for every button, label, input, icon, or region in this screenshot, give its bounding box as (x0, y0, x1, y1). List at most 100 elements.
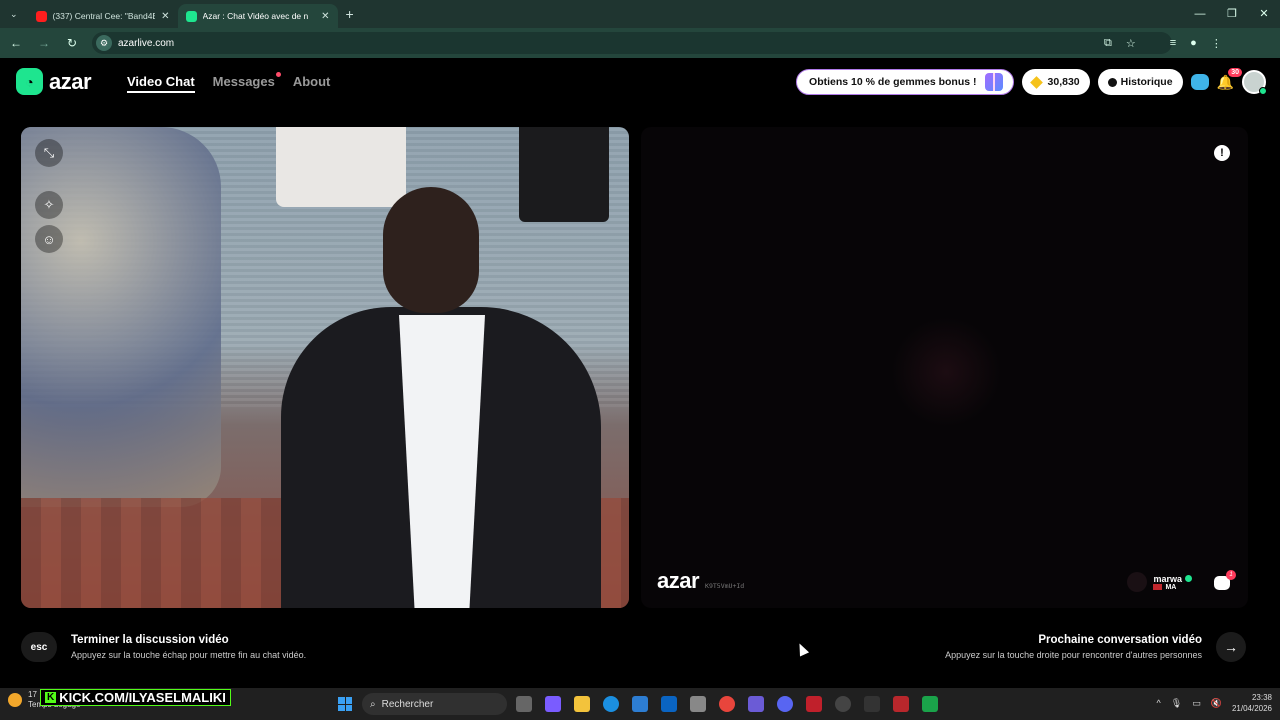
windows-taskbar: 17Temps dégagé K KICK.COM/ILYASELMALIKI … (0, 688, 1280, 720)
taskbar-search[interactable]: ⌕ Rechercher (362, 693, 507, 715)
history-label: Historique (1120, 76, 1173, 88)
address-bar[interactable]: ⚙ azarlive.com (92, 32, 1172, 54)
search-placeholder: Rechercher (381, 698, 434, 710)
new-tab-icon[interactable]: + (346, 6, 354, 22)
azar-logo-icon: ◔ (16, 68, 43, 95)
reload-icon[interactable]: ↻ (64, 36, 80, 50)
copilot-icon[interactable] (545, 696, 561, 712)
edge-icon[interactable] (603, 696, 619, 712)
display-icon[interactable]: ▭ (1192, 698, 1201, 709)
system-tray: ^ 🎙 ▭ 🔇 23:38 21/04/2026 (1157, 692, 1272, 714)
gems-balance-button[interactable]: 30,830 (1021, 69, 1090, 95)
tab-azar[interactable]: Azar : Chat Vidéo avec de n ✕ (177, 4, 338, 28)
notification-badge: 30 (1228, 67, 1242, 77)
minimize-icon[interactable]: — (1184, 0, 1216, 28)
end-chat-subtitle: Appuyez sur la touche échap pour mettre … (71, 650, 307, 660)
bonus-label: Obtiens 10 % de gemmes bonus ! (809, 76, 977, 88)
site-info-icon[interactable]: ⚙ (96, 35, 112, 51)
chat-message-icon[interactable]: 1 (1214, 570, 1236, 590)
back-icon[interactable]: ← (8, 36, 24, 50)
peer-avatar (1127, 572, 1148, 592)
play-app-icon[interactable] (922, 696, 938, 712)
azar-watermark: azar K9T5VmU+Id (657, 568, 744, 594)
game-icon[interactable] (748, 696, 764, 712)
obs-icon[interactable] (835, 696, 851, 712)
adobe-icon[interactable] (806, 696, 822, 712)
next-arrow-button[interactable]: → (1216, 632, 1246, 662)
bell-icon[interactable]: 🔔 30 (1217, 67, 1242, 91)
pinned-apps (516, 696, 938, 712)
mouse-cursor-icon (794, 641, 810, 657)
chat-unread-badge: 1 (1226, 570, 1236, 580)
head (383, 187, 479, 313)
menu-icon[interactable]: ⋮ (1211, 37, 1222, 50)
file-explorer-icon[interactable] (574, 696, 590, 712)
nav-about[interactable]: About (293, 74, 331, 93)
local-video: ⤡ ✧ ☺ (21, 127, 629, 608)
volume-muted-icon[interactable]: 🔇 (1211, 698, 1222, 709)
tab-search-icon[interactable]: ⌄ (10, 9, 18, 20)
microphone-icon[interactable]: 🎙 (1171, 698, 1182, 709)
bookmark-star-icon[interactable]: ☆ (1126, 37, 1136, 50)
store-icon[interactable] (632, 696, 648, 712)
toolbar-actions: ⧉ ☆ ≡ ● ⋮ (1104, 37, 1222, 50)
next-chat-hint: Prochaine conversation vidéo Appuyez sur… (945, 632, 1246, 662)
flag-icon (1153, 584, 1163, 590)
remote-video: ! azar K9T5VmU+Id marwa MA 1 (641, 127, 1248, 608)
window-controls: — ❐ ✕ (1184, 0, 1280, 28)
next-chat-subtitle: Appuyez sur la touche droite pour rencon… (945, 650, 1202, 660)
profile-icon[interactable]: ● (1190, 37, 1197, 50)
media-icon[interactable]: ≡ (1170, 37, 1176, 50)
tray-chevron-icon[interactable]: ^ (1157, 698, 1161, 708)
kick-overlay: K KICK.COM/ILYASELMALIKI (40, 689, 231, 706)
minimize-video-icon[interactable]: ⤡ (35, 139, 63, 167)
gem-bonus-button[interactable]: Obtiens 10 % de gemmes bonus ! (796, 69, 1014, 95)
outlook-icon[interactable] (661, 696, 677, 712)
local-user (261, 187, 621, 608)
peer-country: MA (1165, 583, 1177, 591)
main-nav: Video Chat Messages About (127, 72, 331, 93)
close-tab-icon[interactable]: ✕ (161, 11, 169, 22)
start-button[interactable] (338, 697, 352, 711)
forward-icon[interactable]: → (36, 36, 52, 50)
restore-icon[interactable]: ❐ (1216, 0, 1248, 28)
nav-messages[interactable]: Messages (212, 72, 281, 93)
gems-count: 30,830 (1047, 76, 1080, 88)
app-icon[interactable] (690, 696, 706, 712)
peer-info[interactable]: marwa MA (1127, 572, 1192, 592)
gem-icon (1029, 75, 1043, 89)
close-tab-icon[interactable]: ✕ (321, 11, 329, 22)
app-header: ◔ azar Video Chat Messages About Obtiens… (0, 58, 1280, 106)
kick-logo-icon: K (45, 692, 57, 703)
verified-icon (1185, 574, 1192, 582)
effects-wand-icon[interactable]: ✧ (35, 191, 63, 219)
history-button[interactable]: Historique (1097, 69, 1183, 95)
report-icon[interactable]: ! (1214, 145, 1230, 161)
weather-moon-icon (8, 693, 22, 707)
nav-video-chat[interactable]: Video Chat (127, 74, 195, 93)
azar-favicon-icon (185, 10, 197, 22)
tab-title: (337) Central Cee: "Band4Band" (52, 11, 156, 21)
tab-title: Azar : Chat Vidéo avec de n (202, 11, 309, 21)
task-view-icon[interactable] (516, 696, 532, 712)
nav-messages-label: Messages (212, 74, 275, 89)
audio-app-icon[interactable] (864, 696, 880, 712)
gift-icon (984, 73, 1003, 91)
header-actions: Obtiens 10 % de gemmes bonus ! 30,830 Hi… (796, 67, 1267, 95)
capture-app-icon[interactable] (893, 696, 909, 712)
watermark-text: azar (657, 568, 700, 593)
user-avatar[interactable] (1242, 70, 1267, 95)
install-icon[interactable]: ⧉ (1104, 37, 1112, 50)
shop-icon[interactable] (1190, 74, 1209, 90)
azar-logo[interactable]: ◔ azar (16, 68, 92, 95)
face-filter-icon[interactable]: ☺ (35, 225, 63, 253)
taskbar-clock[interactable]: 23:38 21/04/2026 (1232, 692, 1272, 714)
tab-youtube[interactable]: (337) Central Cee: "Band4Band" ✕ (28, 4, 178, 28)
esc-key-button[interactable]: esc (21, 632, 57, 662)
discord-icon[interactable] (777, 696, 793, 712)
kick-overlay-text: KICK.COM/ILYASELMALIKI (59, 690, 226, 705)
youtube-icon (35, 10, 47, 22)
logo-text: azar (49, 68, 92, 94)
chrome-icon[interactable] (719, 696, 735, 712)
close-window-icon[interactable]: ✕ (1248, 0, 1280, 28)
